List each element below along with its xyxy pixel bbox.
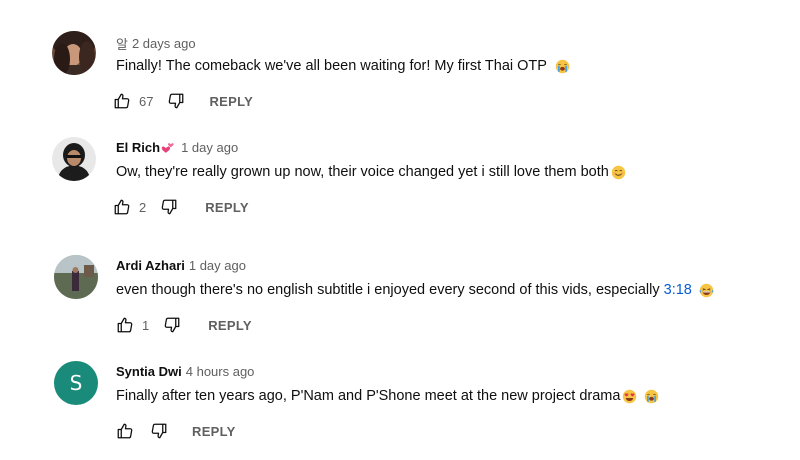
laughing-face-icon bbox=[699, 283, 714, 298]
comment-body: even though there's no english subtitle … bbox=[116, 282, 660, 298]
comment-text: even though there's no english subtitle … bbox=[116, 282, 714, 298]
reply-button[interactable]: REPLY bbox=[205, 200, 249, 215]
thumb-up-icon bbox=[113, 198, 131, 216]
author-name[interactable]: Ardi Azhari bbox=[116, 258, 185, 273]
like-count: 2 bbox=[139, 199, 147, 215]
comment-header: Syntia Dwi 4 hours ago bbox=[116, 364, 254, 379]
avatar[interactable]: S bbox=[54, 361, 98, 405]
thumb-up-icon bbox=[113, 92, 131, 110]
like-count: 1 bbox=[142, 317, 150, 333]
comment-header: Ardi Azhari 1 day ago bbox=[116, 258, 246, 273]
author-name[interactable]: El Rich bbox=[116, 140, 160, 155]
comment-time[interactable]: 4 hours ago bbox=[186, 364, 255, 379]
thumb-down-icon bbox=[160, 198, 178, 216]
smiling-face-icon bbox=[611, 165, 626, 180]
comment-body: Finally! The comeback we've all been wai… bbox=[116, 58, 547, 74]
dislike-button[interactable] bbox=[163, 316, 181, 334]
comment-text: Finally! The comeback we've all been wai… bbox=[116, 58, 570, 74]
comment-time[interactable]: 1 day ago bbox=[189, 258, 246, 273]
comment-body: Finally after ten years ago, P'Nam and P… bbox=[116, 388, 621, 404]
thumb-up-icon bbox=[116, 422, 134, 440]
avatar-letter: S bbox=[69, 371, 83, 395]
like-button[interactable] bbox=[116, 316, 134, 334]
two-hearts-icon bbox=[161, 141, 175, 155]
comment-actions: REPLY bbox=[116, 422, 236, 440]
comment-header: El Rich 1 day ago bbox=[116, 140, 238, 155]
comment-text: Ow, they're really grown up now, their v… bbox=[116, 164, 626, 180]
author-name[interactable]: 알 bbox=[116, 34, 128, 53]
dislike-button[interactable] bbox=[167, 92, 185, 110]
reply-button[interactable]: REPLY bbox=[192, 424, 236, 439]
author-name[interactable]: Syntia Dwi bbox=[116, 364, 182, 379]
reply-button[interactable]: REPLY bbox=[208, 318, 252, 333]
comment-actions: 2 REPLY bbox=[113, 198, 249, 216]
loudly-crying-face-icon bbox=[555, 59, 570, 74]
comment-time[interactable]: 1 day ago bbox=[181, 140, 238, 155]
like-button[interactable] bbox=[113, 92, 131, 110]
thumb-down-icon bbox=[150, 422, 168, 440]
avatar[interactable] bbox=[54, 255, 98, 299]
like-button[interactable] bbox=[113, 198, 131, 216]
comment-actions: 67 REPLY bbox=[113, 92, 253, 110]
heart-eyes-face-icon bbox=[622, 389, 637, 404]
timestamp-link[interactable]: 3:18 bbox=[664, 282, 692, 298]
avatar[interactable] bbox=[52, 137, 96, 181]
comment-time[interactable]: 2 days ago bbox=[132, 36, 196, 51]
loudly-crying-face-icon bbox=[644, 389, 659, 404]
thumb-down-icon bbox=[163, 316, 181, 334]
like-button[interactable] bbox=[116, 422, 134, 440]
comment-body: Ow, they're really grown up now, their v… bbox=[116, 164, 609, 180]
dislike-button[interactable] bbox=[160, 198, 178, 216]
thumb-down-icon bbox=[167, 92, 185, 110]
avatar[interactable] bbox=[52, 31, 96, 75]
comment-actions: 1 REPLY bbox=[116, 316, 252, 334]
dislike-button[interactable] bbox=[150, 422, 168, 440]
like-count: 67 bbox=[139, 93, 154, 109]
comment-text: Finally after ten years ago, P'Nam and P… bbox=[116, 388, 659, 404]
thumb-up-icon bbox=[116, 316, 134, 334]
comment-header: 알 2 days ago bbox=[116, 34, 196, 53]
reply-button[interactable]: REPLY bbox=[209, 94, 253, 109]
